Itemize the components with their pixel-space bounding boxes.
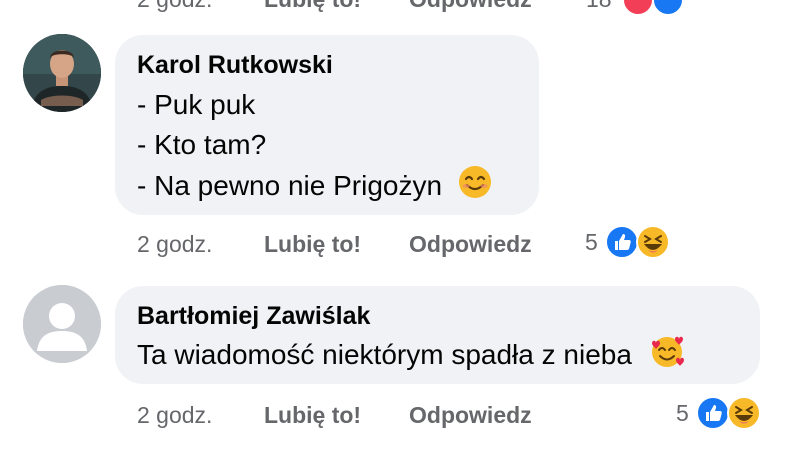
- comment-line: - Puk puk: [137, 89, 256, 120]
- comment-bubble: Bartłomiej Zawiślak Ta wiadomość niektór…: [115, 286, 760, 384]
- reaction-count[interactable]: 18: [586, 0, 612, 13]
- smiling-face-icon: [458, 165, 492, 210]
- smiling-face-with-hearts-icon: [648, 334, 686, 379]
- comment-line: - Kto tam?: [137, 129, 267, 160]
- comment-line: - Na pewno nie Prigożyn: [137, 165, 492, 210]
- comment-time[interactable]: 2 godz.: [137, 402, 212, 429]
- comment-time[interactable]: 2 godz.: [137, 0, 212, 13]
- default-user-icon: [23, 285, 101, 363]
- haha-reaction-icon: [727, 396, 761, 430]
- avatar[interactable]: [23, 285, 101, 363]
- comment-bubble: Karol Rutkowski - Puk puk - Kto tam? - N…: [115, 35, 539, 215]
- comment-line: Ta wiadomość niektórym spadła z nieba: [137, 334, 686, 379]
- reply-button[interactable]: Odpowiedz: [409, 402, 532, 429]
- like-button[interactable]: Lubię to!: [264, 0, 361, 13]
- love-reaction-icon: [622, 0, 654, 16]
- comment-time[interactable]: 2 godz.: [137, 231, 212, 258]
- user-photo: [23, 34, 101, 112]
- like-reaction-icon: [652, 0, 684, 16]
- reaction-count[interactable]: 5: [676, 400, 689, 427]
- comment-author[interactable]: Karol Rutkowski: [137, 51, 333, 80]
- reaction-count[interactable]: 5: [585, 229, 598, 256]
- avatar[interactable]: [23, 34, 101, 112]
- comment-author[interactable]: Bartłomiej Zawiślak: [137, 302, 370, 331]
- like-button[interactable]: Lubię to!: [264, 402, 361, 429]
- haha-reaction-icon: [636, 225, 670, 259]
- reply-button[interactable]: Odpowiedz: [409, 231, 532, 258]
- top-partial-action-row: 2 godz. Lubię to! Odpowiedz 18: [0, 0, 800, 16]
- reply-button[interactable]: Odpowiedz: [409, 0, 532, 13]
- like-reaction-icon: [605, 225, 639, 259]
- like-button[interactable]: Lubię to!: [264, 231, 361, 258]
- like-reaction-icon: [696, 396, 730, 430]
